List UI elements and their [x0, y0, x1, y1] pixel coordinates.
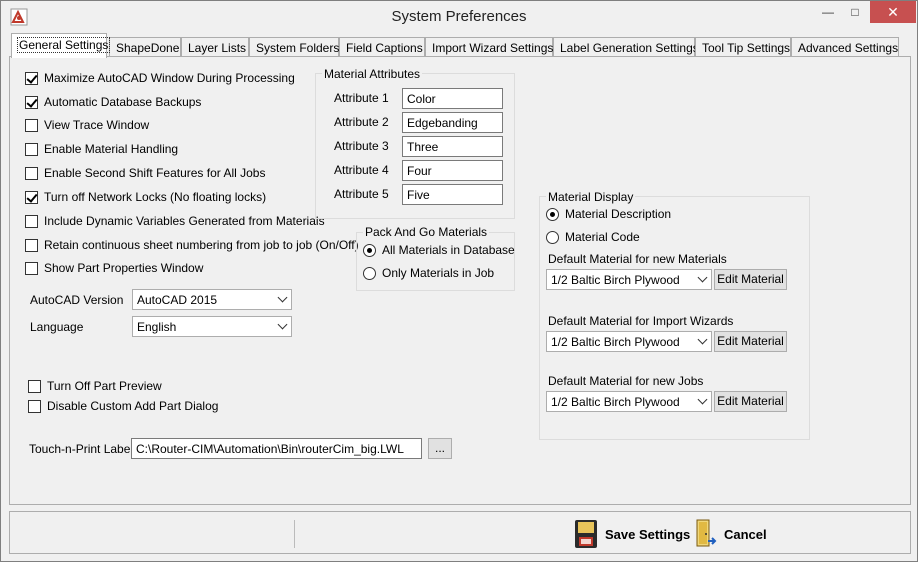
window-title: System Preferences — [391, 8, 527, 25]
tab-general-settings[interactable]: General Settings — [11, 33, 111, 58]
attribute-4-label: Attribute 4 — [334, 163, 389, 177]
tab-field-captions[interactable]: Field Captions — [339, 37, 425, 57]
tab-import-wizard-settings[interactable]: Import Wizard Settings — [425, 37, 553, 57]
browse-button[interactable]: ... — [428, 438, 452, 459]
maximize-button[interactable]: □ — [843, 1, 867, 23]
cancel-label: Cancel — [724, 527, 767, 542]
edit-material-button-1[interactable]: Edit Material — [714, 269, 787, 290]
close-button[interactable]: ✕ — [870, 1, 916, 23]
attribute-1-label: Attribute 1 — [334, 91, 389, 105]
save-disk-icon — [575, 520, 597, 548]
attribute-2-label: Attribute 2 — [334, 115, 389, 129]
autocad-version-label: AutoCAD Version — [30, 293, 124, 307]
attribute-5-label: Attribute 5 — [334, 187, 389, 201]
chevron-down-icon — [277, 292, 288, 303]
checkbox-label: Turn Off Part Preview — [47, 379, 162, 393]
radio-label: All Materials in Database — [382, 243, 515, 257]
language-select[interactable]: English — [132, 316, 292, 337]
autocad-version-value: AutoCAD 2015 — [137, 293, 218, 307]
cancel-button[interactable]: Cancel — [694, 512, 774, 555]
checkbox-label: View Trace Window — [44, 118, 150, 132]
default-import-wizards-value: 1/2 Baltic Birch Plywood — [551, 335, 680, 349]
checkbox-box[interactable] — [25, 143, 38, 156]
exit-door-icon — [696, 519, 717, 547]
material-display-title: Material Display — [546, 190, 636, 204]
checkbox-label: Automatic Database Backups — [44, 95, 202, 109]
checkbox-box[interactable] — [28, 380, 41, 393]
checkbox-label: Show Part Properties Window — [44, 261, 204, 275]
general-settings-panel: Maximize AutoCAD Window During Processin… — [9, 56, 911, 505]
radio-label: Material Description — [565, 207, 672, 221]
checkbox-label: Disable Custom Add Part Dialog — [47, 399, 219, 413]
radio-button[interactable] — [363, 244, 376, 257]
radio-button[interactable] — [546, 231, 559, 244]
footer-bar: Save Settings Cancel — [9, 511, 911, 554]
attribute-5-input[interactable]: Five — [402, 184, 503, 205]
tab-shapedone[interactable]: ShapeDone — [109, 37, 181, 57]
checkbox-box[interactable] — [28, 400, 41, 413]
tab-advanced-settings[interactable]: Advanced Settings — [791, 37, 899, 57]
minimize-button[interactable]: — — [813, 1, 843, 23]
attribute-4-input[interactable]: Four — [402, 160, 503, 181]
checkbox-box[interactable] — [25, 191, 38, 204]
system-preferences-window: System Preferences — □ ✕ General Setting… — [0, 0, 918, 562]
checkbox-box[interactable] — [25, 215, 38, 228]
checkbox-box[interactable] — [25, 119, 38, 132]
attribute-3-input[interactable]: Three — [402, 136, 503, 157]
default-new-jobs-label: Default Material for new Jobs — [548, 374, 704, 388]
pack-and-go-title: Pack And Go Materials — [363, 225, 490, 239]
checkbox-label: Retain continuous sheet numbering from j… — [44, 238, 359, 252]
autocad-version-select[interactable]: AutoCAD 2015 — [132, 289, 292, 310]
tab-label-generation-settings[interactable]: Label Generation Settings — [553, 37, 699, 57]
checkbox-box[interactable] — [25, 262, 38, 275]
tab-system-folders[interactable]: System Folders — [249, 37, 339, 57]
radio-button[interactable] — [363, 267, 376, 280]
checkbox-label: Turn off Network Locks (No floating lock… — [44, 190, 267, 204]
footer-divider — [294, 520, 295, 548]
radio-button[interactable] — [546, 208, 559, 221]
save-settings-button[interactable]: Save Settings — [574, 512, 690, 555]
tab-layer-lists[interactable]: Layer Lists — [181, 37, 249, 57]
material-attributes-title: Material Attributes — [322, 67, 423, 81]
chevron-down-icon — [697, 334, 708, 345]
radio-label: Only Materials in Job — [382, 266, 495, 280]
tab-strip: General Settings ShapeDone Layer Lists S… — [9, 33, 909, 58]
checkbox-box[interactable] — [25, 72, 38, 85]
tab-tool-tip-settings[interactable]: Tool Tip Settings — [695, 37, 791, 57]
edit-material-button-2[interactable]: Edit Material — [714, 331, 787, 352]
default-new-jobs-value: 1/2 Baltic Birch Plywood — [551, 395, 680, 409]
default-new-materials-select[interactable]: 1/2 Baltic Birch Plywood — [546, 269, 712, 290]
default-new-materials-label: Default Material for new Materials — [548, 252, 727, 266]
default-new-materials-value: 1/2 Baltic Birch Plywood — [551, 273, 680, 287]
default-import-wizards-label: Default Material for Import Wizards — [548, 314, 734, 328]
checkbox-box[interactable] — [25, 239, 38, 252]
checkbox-label: Maximize AutoCAD Window During Processin… — [44, 71, 295, 85]
attribute-1-input[interactable]: Color — [402, 88, 503, 109]
checkbox-label: Enable Second Shift Features for All Job… — [44, 166, 266, 180]
attribute-2-input[interactable]: Edgebanding — [402, 112, 503, 133]
default-import-wizards-select[interactable]: 1/2 Baltic Birch Plywood — [546, 331, 712, 352]
language-value: English — [137, 320, 177, 334]
edit-material-button-3[interactable]: Edit Material — [714, 391, 787, 412]
touch-print-path-input[interactable]: C:\Router-CIM\Automation\Bin\routerCim_b… — [131, 438, 422, 459]
chevron-down-icon — [697, 272, 708, 283]
attribute-3-label: Attribute 3 — [334, 139, 389, 153]
title-bar: System Preferences — □ ✕ — [1, 1, 917, 32]
chevron-down-icon — [277, 319, 288, 330]
language-label: Language — [30, 320, 84, 334]
checkbox-box[interactable] — [25, 167, 38, 180]
default-new-jobs-select[interactable]: 1/2 Baltic Birch Plywood — [546, 391, 712, 412]
save-settings-label: Save Settings — [605, 527, 691, 542]
radio-label: Material Code — [565, 230, 640, 244]
pack-and-go-group — [356, 232, 515, 291]
checkbox-label: Include Dynamic Variables Generated from… — [44, 214, 325, 228]
checkbox-label: Enable Material Handling — [44, 142, 179, 156]
touch-print-label: Touch-n-Print Label — [29, 442, 134, 456]
checkbox-box[interactable] — [25, 96, 38, 109]
chevron-down-icon — [697, 394, 708, 405]
